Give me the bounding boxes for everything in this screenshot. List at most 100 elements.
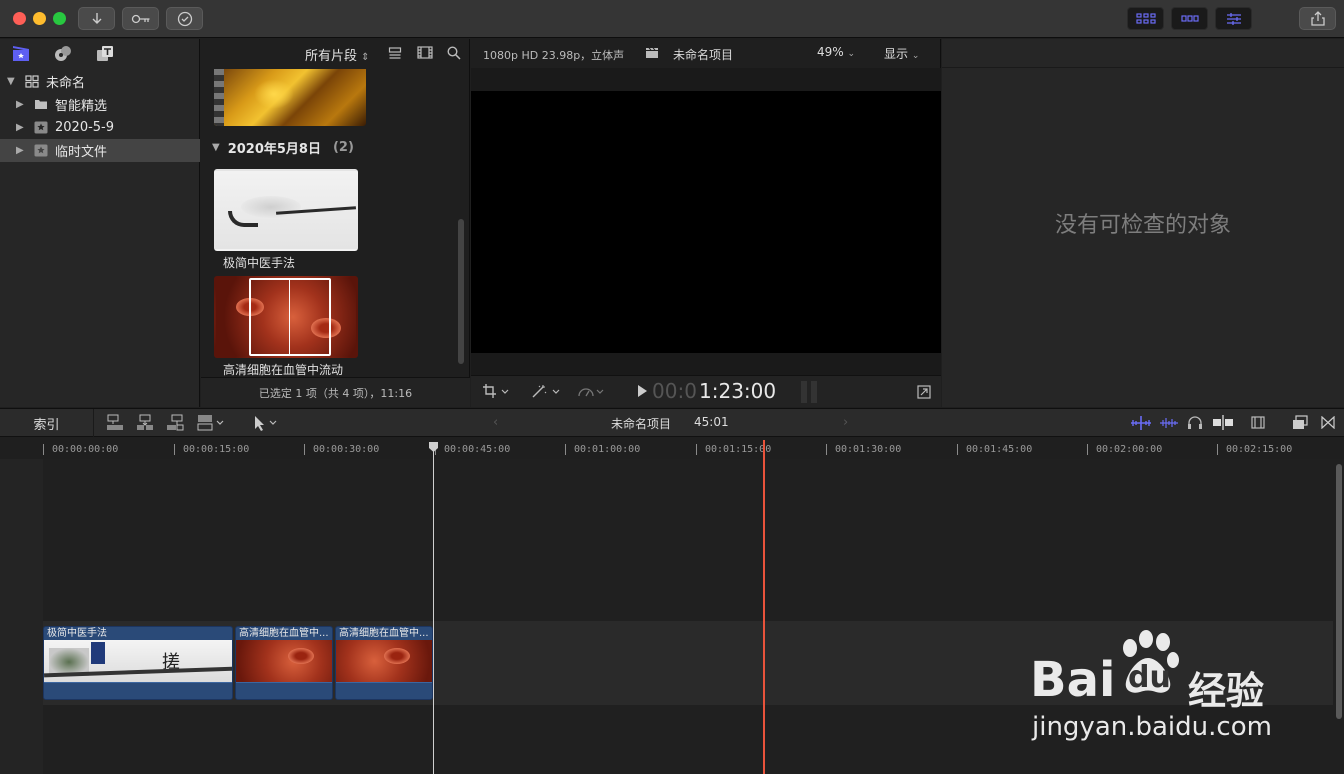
clip-name: 高清细胞在血管中流动 [223, 363, 344, 377]
import-button[interactable] [78, 7, 115, 30]
select-tool-menu[interactable] [252, 415, 280, 431]
inspector-empty-message: 没有可检查的对象 [1054, 213, 1231, 238]
timeline-clip-filmstrip [336, 640, 432, 682]
insert-clip-icon[interactable] [136, 414, 154, 431]
disclosure-closed-icon[interactable]: ▶ [16, 99, 26, 110]
zoom-button[interactable] [53, 12, 66, 25]
skimming-icon[interactable] [1130, 416, 1152, 430]
background-tasks-button[interactable] [166, 7, 203, 30]
timeline-clip-acupressure[interactable]: 极简中医手法 搓 [43, 626, 233, 700]
playhead[interactable] [433, 442, 434, 774]
library-item-smart-collections[interactable]: ▶ 智能精选 [0, 93, 200, 116]
ruler-label: 00:02:00:00 [1096, 444, 1163, 455]
browser-layout-button[interactable] [1127, 7, 1164, 30]
browser-scrollbar[interactable] [458, 219, 464, 364]
clapper-icon [645, 47, 659, 59]
ruler-label: 00:00:30:00 [313, 444, 380, 455]
inspector-layout-icon [1226, 12, 1242, 26]
ruler-tick [565, 444, 566, 455]
viewer-controls: 00:0 1:23:00 [471, 375, 941, 407]
timeline-index-button[interactable]: 索引 [0, 409, 94, 437]
display-menu[interactable]: 显示 ⌄ [884, 45, 919, 62]
crop-menu[interactable] [483, 384, 509, 398]
library-item-root[interactable]: ▼ 未命名 [0, 70, 200, 93]
disclosure-closed-icon[interactable]: ▶ [16, 145, 26, 156]
history-forward-icon[interactable]: › [843, 415, 848, 430]
clip-appearance-icon[interactable] [388, 47, 402, 59]
library-item-label: 智能精选 [55, 99, 108, 114]
keyword-button[interactable] [122, 7, 159, 30]
disclosure-open-icon[interactable]: ▼ [212, 142, 220, 153]
connect-clip-icon[interactable] [106, 414, 124, 431]
library-item-temp-files[interactable]: ▶ 临时文件 [0, 139, 200, 162]
timeline-clip-name: 高清细胞在血管中... [339, 628, 429, 639]
timeline-clip-blood-cells-2[interactable]: 高清细胞在血管中... [335, 626, 433, 700]
libraries-icon[interactable] [12, 45, 30, 62]
selection-status-text: 已选定 1 项（共 4 项），11:16 [258, 386, 413, 400]
fullscreen-icon[interactable] [917, 385, 931, 399]
disclosure-open-icon[interactable]: ▼ [7, 76, 17, 87]
ruler-label: 00:00:00:00 [52, 444, 119, 455]
viewer-canvas[interactable] [471, 91, 941, 353]
library-item-event-2020-5-9[interactable]: ▶ 2020-5-9 [0, 116, 200, 139]
viewer-letterbox-top [471, 68, 941, 91]
enhance-menu[interactable] [531, 384, 561, 398]
index-label: 索引 [33, 417, 60, 433]
ruler-tick [304, 444, 305, 455]
inspector-layout-button[interactable] [1215, 7, 1252, 30]
append-clip-icon[interactable] [166, 414, 184, 431]
minimize-button[interactable] [33, 12, 46, 25]
zoom-value: 49% [817, 45, 844, 59]
date-group-label: 2020年5月8日 [227, 142, 321, 157]
viewer-project-name: 未命名项目 [673, 48, 734, 62]
library-item-label: 临时文件 [55, 145, 108, 160]
titles-generators-icon[interactable] [96, 45, 114, 62]
import-icon [91, 12, 103, 25]
event-icon [34, 144, 48, 157]
browser-toolbar: 所有片段 ⇕ [201, 39, 470, 68]
play-icon[interactable] [637, 385, 647, 397]
timeline-project-name: 未命名项目 [611, 417, 672, 431]
timeline-layout-button[interactable] [1171, 7, 1208, 30]
speed-menu[interactable] [577, 384, 607, 398]
snapping-icon[interactable] [1212, 415, 1234, 430]
date-group-header[interactable]: ▼ 2020年5月8日 (2) [212, 138, 354, 157]
date-group-count: (2) [332, 140, 354, 155]
clip-thumbnail-autumn[interactable] [214, 69, 366, 126]
close-button[interactable] [13, 12, 26, 25]
overwrite-clip-menu[interactable] [197, 414, 227, 431]
ruler-label: 00:01:45:00 [966, 444, 1033, 455]
timeline-clip-audio [336, 682, 432, 699]
history-back-icon[interactable]: ‹ [493, 415, 498, 430]
skimmer-line [289, 278, 290, 356]
timeline-toolbar: 索引 ‹ 未命名项目 45:01 › [0, 408, 1344, 437]
background-tasks-icon [177, 11, 193, 27]
ruler-label: 00:00:15:00 [183, 444, 250, 455]
effects-browser-icon[interactable] [1292, 415, 1308, 430]
share-button[interactable] [1299, 7, 1336, 30]
clip-thumbnail-acupressure[interactable] [214, 169, 358, 251]
filmstrip-view-icon[interactable] [417, 46, 433, 59]
transitions-browser-icon[interactable] [1321, 416, 1335, 429]
clip-filter-menu[interactable]: 所有片段 ⇕ [305, 45, 370, 64]
timeline-clip-blood-cells-1[interactable]: 高清细胞在血管中... [235, 626, 333, 700]
photos-audio-icon[interactable] [54, 45, 72, 62]
browser-status: 已选定 1 项（共 4 项），11:16 [201, 377, 470, 407]
timeline-clip-filmstrip: 搓 [44, 640, 232, 682]
timeline-scrollbar[interactable] [1336, 464, 1342, 719]
disclosure-closed-icon[interactable]: ▶ [16, 122, 26, 133]
clip-name: 极简中医手法 [223, 256, 296, 270]
watermark-brand-text: Bai [1030, 652, 1116, 708]
ruler-label: 00:01:15:00 [705, 444, 772, 455]
clip-thumbnail-blood-cells[interactable] [214, 276, 358, 358]
timeline-ruler[interactable]: 00:00:00:00 00:00:15:00 00:00:30:00 00:0… [0, 437, 1344, 459]
timeline-clip-name: 高清细胞在血管中... [239, 628, 329, 639]
audio-meter-right [811, 381, 817, 403]
solo-headphones-icon[interactable] [1187, 415, 1203, 430]
search-icon[interactable] [447, 46, 461, 60]
timecode[interactable]: 1:23:00 [699, 379, 776, 403]
clip-appearance-timeline-icon[interactable] [1251, 416, 1265, 429]
zoom-menu[interactable]: 49% ⌄ [817, 45, 855, 59]
audio-skimming-icon[interactable] [1159, 416, 1179, 430]
share-icon [1310, 11, 1325, 26]
